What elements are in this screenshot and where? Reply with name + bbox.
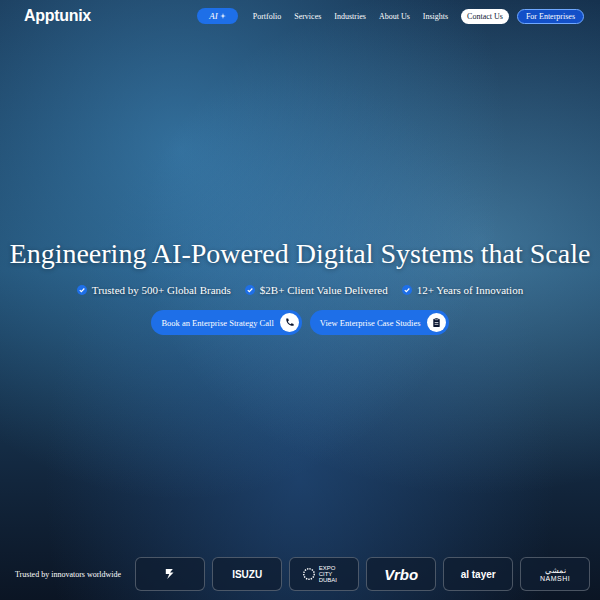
client-logo xyxy=(135,557,205,591)
check-icon xyxy=(245,285,255,295)
brand-mark-icon xyxy=(163,567,177,581)
check-icon xyxy=(77,285,87,295)
nav-link[interactable]: Portfolio xyxy=(253,12,281,21)
highlight: $2B+ Client Value Delivered xyxy=(245,284,388,296)
check-icon xyxy=(402,285,412,295)
nav-menu: AI Portfolio Services Industries About Us In… xyxy=(197,8,584,24)
client-logo: EXPO CITY DUBAI xyxy=(289,557,359,591)
nav-link[interactable]: Insights xyxy=(423,12,448,21)
hero: Engineering AI-Powered Digital Systems t… xyxy=(0,30,600,554)
cta-icon-circle xyxy=(280,313,299,332)
sparkle-icon xyxy=(220,13,226,19)
nav-link[interactable]: About Us xyxy=(379,12,410,21)
highlight: Trusted by 500+ Global Brands xyxy=(77,284,231,296)
page: Apptunix AI PortfolioServicesIndustriesA… xyxy=(0,0,600,600)
cta-button[interactable]: Book an Enterprise Strategy Call xyxy=(151,310,301,335)
client-logo: al tayer xyxy=(443,557,513,591)
logo[interactable]: Apptunix xyxy=(24,7,91,25)
trusted-strip: Trusted by innovators worldwide ISUZU EX… xyxy=(0,554,600,600)
contact-button[interactable]: Contact Us xyxy=(461,9,509,24)
cta-button[interactable]: View Enterprise Case Studies xyxy=(310,310,449,335)
highlight: 12+ Years of Innovation xyxy=(402,284,523,296)
hero-title: Engineering AI-Powered Digital Systems t… xyxy=(10,238,591,270)
nav-link[interactable]: Services xyxy=(294,12,321,21)
client-logo: نمشيNAMSHI xyxy=(520,557,590,591)
phone-icon xyxy=(284,317,295,328)
ai-pill[interactable]: AI xyxy=(197,8,238,24)
client-logo: ISUZU xyxy=(212,557,282,591)
highlights: Trusted by 500+ Global Brands $2B+ Clien… xyxy=(77,284,523,296)
client-logo: Vrbo xyxy=(366,557,436,591)
trusted-label: Trusted by innovators worldwide xyxy=(15,570,121,579)
client-logos: ISUZU EXPO CITY DUBAIVrboal tayerنمشيNAM… xyxy=(135,557,590,591)
cta-row: Book an Enterprise Strategy Call View En… xyxy=(151,310,448,335)
hero-background-image xyxy=(0,0,600,600)
expo-ring-icon xyxy=(302,567,316,581)
top-nav: Apptunix AI PortfolioServicesIndustriesA… xyxy=(0,0,600,30)
enterprise-button[interactable]: For Enterprises xyxy=(517,9,584,24)
clipboard-icon xyxy=(431,317,442,328)
cta-icon-circle xyxy=(427,313,446,332)
nav-link[interactable]: Industries xyxy=(334,12,366,21)
